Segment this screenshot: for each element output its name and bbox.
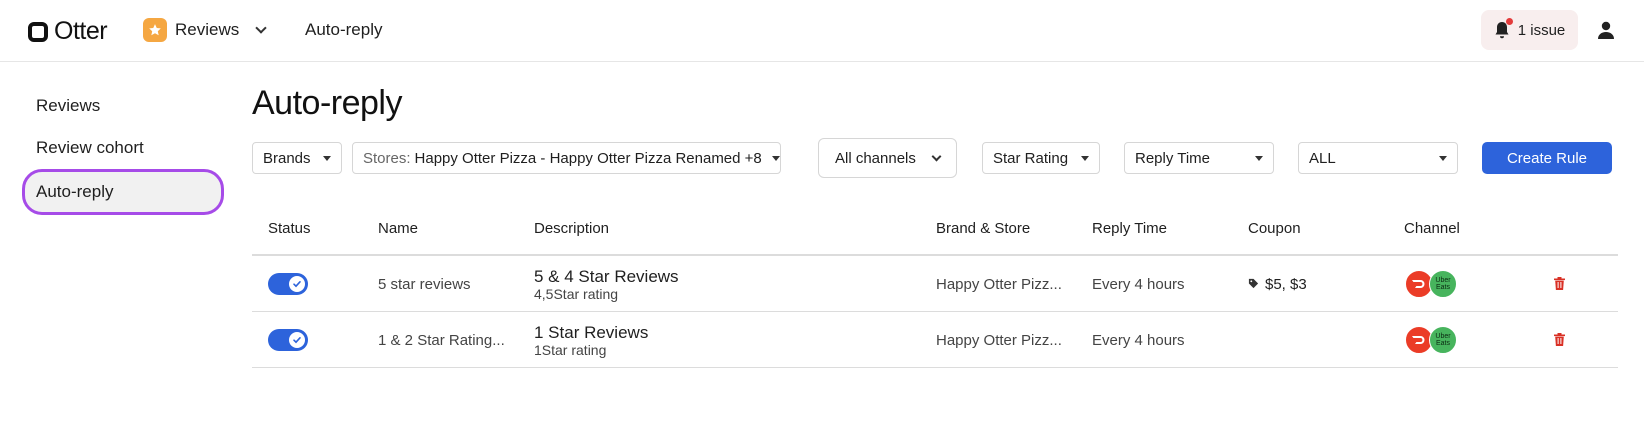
page-breadcrumb: Auto-reply <box>305 20 383 39</box>
stores-filter-prefix: Stores: <box>363 149 411 167</box>
coupon: $5, $3 <box>1248 276 1307 293</box>
top-bar: Otter Reviews Auto-reply 1 issue <box>0 0 1644 62</box>
otter-logo[interactable]: Otter <box>28 17 108 46</box>
issues-button[interactable]: 1 issue <box>1481 10 1578 50</box>
notification-dot <box>1505 18 1513 25</box>
chevron-down-icon <box>931 151 942 161</box>
stores-filter[interactable]: Stores: Happy Otter Pizza - Happy Otter P… <box>352 142 781 174</box>
status-toggle[interactable] <box>268 329 308 351</box>
app-name: Reviews <box>175 20 240 39</box>
description-subtitle: 1Star rating <box>534 342 607 358</box>
table-row[interactable]: 5 star reviews 5 & 4 Star Reviews 4,5Sta… <box>252 256 1618 312</box>
reply-time: Every 4 hours <box>1092 332 1185 349</box>
ubereats-icon: Uber Eats <box>1429 326 1457 354</box>
sidebar-item-review-cohort[interactable]: Review cohort <box>22 127 224 169</box>
brands-filter-label: Brands <box>263 149 311 167</box>
table-header: Status Name Description Brand & Store Re… <box>252 206 1618 256</box>
reply-time-filter[interactable]: Reply Time <box>1124 142 1274 174</box>
tag-icon <box>1248 276 1259 293</box>
column-header-name: Name <box>378 220 419 237</box>
all-filter[interactable]: ALL <box>1298 142 1458 174</box>
otter-logo-icon <box>28 21 48 42</box>
check-icon <box>289 276 305 292</box>
issue-label: 1 issue <box>1517 21 1566 39</box>
caret-down-icon <box>771 155 780 161</box>
user-icon[interactable] <box>1596 20 1616 40</box>
reply-time-filter-label: Reply Time <box>1135 149 1211 167</box>
rules-table: Status Name Description Brand & Store Re… <box>252 206 1618 368</box>
brands-filter[interactable]: Brands <box>252 142 342 174</box>
channels-filter-label: All channels <box>835 149 916 167</box>
sidebar-item-reviews[interactable]: Reviews <box>22 85 224 127</box>
caret-down-icon <box>1255 155 1263 161</box>
page-title: Auto-reply <box>252 84 402 122</box>
star-icon <box>143 18 167 42</box>
reply-time: Every 4 hours <box>1092 276 1185 293</box>
description-title: 1 Star Reviews <box>534 323 649 342</box>
channels-filter[interactable]: All channels <box>818 138 957 178</box>
rule-name: 1 & 2 Star Rating... <box>378 332 505 349</box>
app-switcher[interactable]: Reviews <box>143 18 267 42</box>
bell-icon <box>1494 18 1513 39</box>
coupon-value: $5, $3 <box>1265 276 1307 293</box>
all-filter-label: ALL <box>1309 149 1336 167</box>
column-header-coupon: Coupon <box>1248 220 1301 237</box>
rule-description: 5 & 4 Star Reviews 4,5Star rating <box>534 267 679 303</box>
description-title: 5 & 4 Star Reviews <box>534 267 679 286</box>
caret-down-icon <box>1081 155 1089 161</box>
trash-icon[interactable] <box>1554 333 1565 346</box>
sidebar-item-label: Reviews <box>36 96 101 115</box>
logo-text: Otter <box>54 17 108 45</box>
caret-down-icon <box>323 155 331 161</box>
column-header-description: Description <box>534 220 610 237</box>
table-row[interactable]: 1 & 2 Star Rating... 1 Star Reviews 1Sta… <box>252 312 1618 368</box>
rule-name: 5 star reviews <box>378 276 471 293</box>
ubereats-icon: Uber Eats <box>1429 270 1457 298</box>
rule-description: 1 Star Reviews 1Star rating <box>534 323 649 359</box>
brand-store: Happy Otter Pizz... <box>936 276 1062 293</box>
sidebar-item-label: Review cohort <box>36 138 144 157</box>
column-header-reply-time: Reply Time <box>1092 220 1168 237</box>
column-header-status: Status <box>268 220 311 237</box>
sidebar-item-label: Auto-reply <box>36 182 114 201</box>
check-icon <box>289 332 305 348</box>
star-rating-filter-label: Star Rating <box>993 149 1069 167</box>
chevron-down-icon <box>255 22 267 34</box>
sidebar: Reviews Review cohort Auto-reply <box>22 85 224 215</box>
star-rating-filter[interactable]: Star Rating <box>982 142 1100 174</box>
sidebar-item-auto-reply[interactable]: Auto-reply <box>22 169 224 215</box>
status-toggle[interactable] <box>268 273 308 295</box>
brand-store: Happy Otter Pizz... <box>936 332 1062 349</box>
caret-down-icon <box>1439 155 1447 161</box>
trash-icon[interactable] <box>1554 277 1565 290</box>
description-subtitle: 4,5Star rating <box>534 286 619 302</box>
column-header-channel: Channel <box>1404 220 1460 237</box>
stores-filter-value: Happy Otter Pizza - Happy Otter Pizza Re… <box>414 149 762 167</box>
column-header-brand-store: Brand & Store <box>936 220 1031 237</box>
create-rule-button[interactable]: Create Rule <box>1482 142 1612 174</box>
